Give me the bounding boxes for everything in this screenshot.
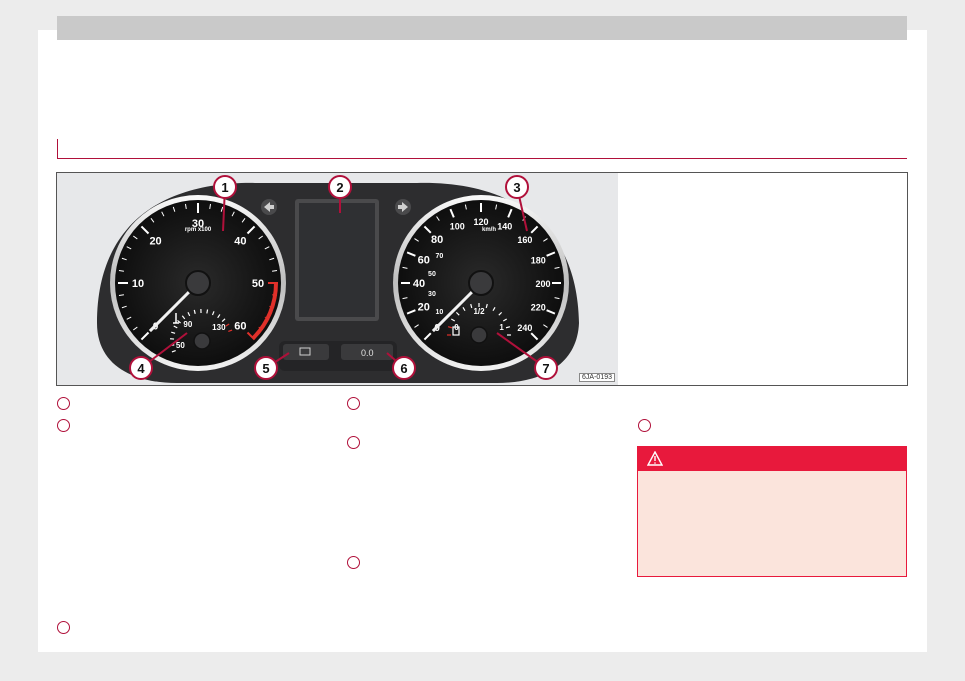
callout-number: 5: [262, 361, 269, 376]
fuel-label: 1: [499, 323, 504, 332]
speedo-label: 20: [418, 302, 430, 314]
speedo-inner-label: 50: [428, 271, 436, 278]
legend-marker-3: [57, 621, 70, 634]
legend-marker-2: [57, 419, 70, 432]
callout-number: 6: [400, 361, 407, 376]
speedo-inner-label: 10: [436, 309, 444, 316]
speedo-label: 240: [517, 323, 532, 333]
trip-reset-button: 0.0: [341, 344, 393, 360]
speedo-label: 80: [431, 234, 443, 246]
legend-marker-7: [638, 419, 651, 432]
figure-code: 6JA-0193: [579, 373, 615, 382]
display-button-icon: [283, 344, 329, 360]
section-marker: [57, 139, 58, 159]
arrow-right-icon: [395, 199, 411, 215]
instrument-cluster-svg: 0.0 0102030405060rpm x100509013002040608…: [97, 175, 579, 383]
coolant-label: 130: [212, 323, 226, 332]
coolant-hub: [193, 332, 211, 350]
tacho-label: 60: [234, 320, 246, 332]
speedo-label: 200: [535, 279, 550, 289]
section-rule: [57, 158, 907, 159]
side-note-box: [618, 172, 908, 386]
header-bar: [57, 16, 907, 40]
warning-header: [638, 447, 906, 471]
speedo-label: 60: [418, 254, 430, 266]
coolant-label: 90: [183, 320, 192, 329]
speedo-label: 180: [531, 255, 546, 265]
speedo-label: 40: [413, 278, 425, 290]
coolant-label: 50: [176, 341, 185, 350]
legend-marker-5: [347, 436, 360, 449]
tacho-label: 20: [149, 236, 161, 248]
speedo-inner-label: 70: [436, 253, 444, 260]
speedo-label: 120: [473, 217, 488, 227]
coolant-tick: [206, 309, 209, 314]
speedo-label: 160: [517, 235, 532, 245]
tacho-label: 10: [132, 278, 144, 290]
speedo-label: 220: [531, 303, 546, 313]
callout-number: 4: [137, 361, 145, 376]
legend-marker-1: [57, 397, 70, 410]
tacho-unit: rpm x100: [185, 227, 212, 233]
center-display: [299, 203, 375, 317]
callout-number: 1: [221, 180, 228, 195]
tacho-label: 40: [234, 236, 246, 248]
tacho-label: 50: [252, 278, 264, 290]
speedo-label: 140: [497, 222, 512, 232]
speedo-inner-label: 30: [428, 291, 436, 298]
instrument-cluster-figure: 0.0 0102030405060rpm x100509013002040608…: [56, 172, 620, 386]
tacho-hub: [185, 270, 211, 296]
fuel-label: 1/2: [473, 307, 485, 316]
warning-box: [637, 446, 907, 577]
callout-number: 2: [336, 180, 343, 195]
speedo-label: 100: [450, 222, 465, 232]
callout-number: 3: [513, 180, 520, 195]
trip-readout: 0.0: [361, 348, 374, 358]
arrow-left-icon: [261, 199, 277, 215]
legend-marker-4: [347, 397, 360, 410]
legend-marker-6: [347, 556, 360, 569]
warning-triangle-icon: [647, 451, 663, 466]
callout-number: 7: [542, 361, 549, 376]
speedo-hub: [468, 270, 494, 296]
fuel-hub: [470, 326, 488, 344]
speedo-unit: km/h: [482, 227, 496, 233]
